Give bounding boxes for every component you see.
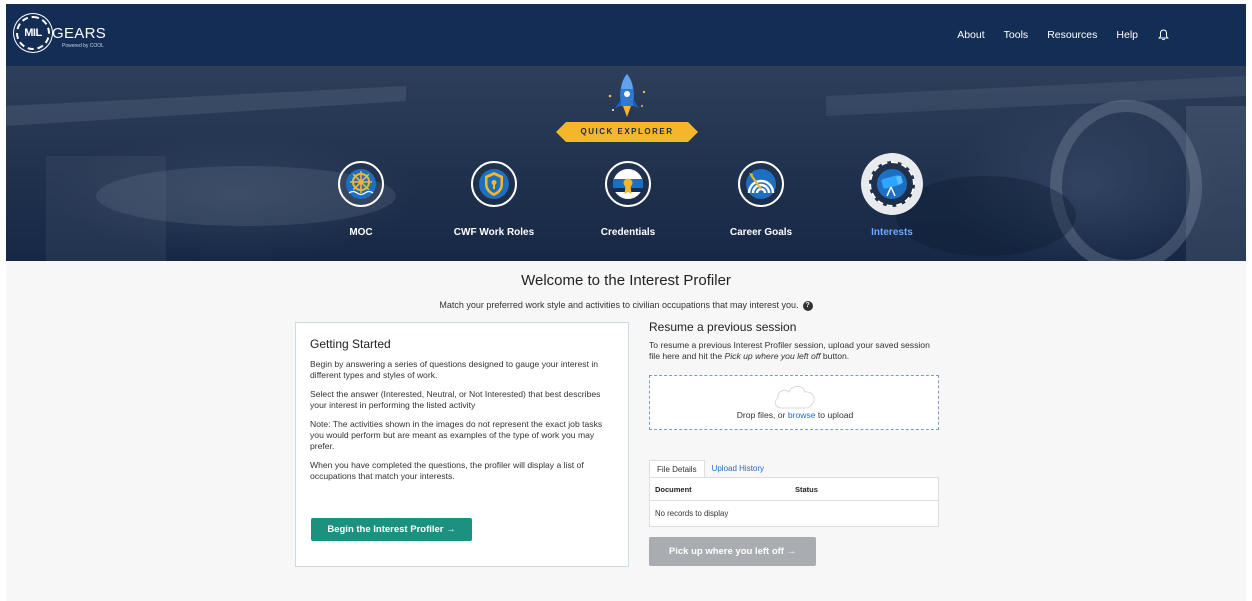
dropzone-text-before: Drop files, or — [736, 410, 788, 420]
milgears-logo[interactable]: MIL GEARS Powered by COOL — [16, 16, 106, 50]
top-nav: MIL GEARS Powered by COOL About Tools Re… — [6, 4, 1246, 66]
nav-about[interactable]: About — [957, 29, 984, 41]
target-icon — [738, 161, 784, 207]
page-frame: MIL GEARS Powered by COOL About Tools Re… — [6, 4, 1246, 601]
quick-explorer-hero: QUICK EXPLORER MOC CWF Work Roles Creden… — [6, 66, 1246, 261]
logo-tagline: Powered by COOL — [62, 43, 104, 49]
nav-resources[interactable]: Resources — [1047, 29, 1097, 41]
category-interests-label: Interests — [871, 227, 913, 238]
column-document[interactable]: Document — [650, 485, 795, 494]
help-circle-icon[interactable]: ? — [802, 300, 813, 311]
certificate-icon — [605, 161, 651, 207]
tab-file-details[interactable]: File Details — [649, 460, 705, 477]
begin-interest-profiler-button[interactable]: Begin the Interest Profiler → — [311, 518, 472, 541]
category-interests[interactable]: Interests — [842, 161, 942, 238]
dropzone-text: Drop files, or browse to upload — [650, 410, 940, 420]
category-moc[interactable]: MOC — [311, 161, 411, 238]
dropzone-text-after: to upload — [815, 410, 854, 420]
resume-text-emphasis: Pick up where you left off — [724, 351, 821, 361]
nav-help[interactable]: Help — [1116, 29, 1138, 41]
category-moc-label: MOC — [349, 227, 373, 238]
pick-up-where-left-off-button[interactable]: Pick up where you left off → — [649, 537, 816, 566]
page-subtitle-text: Match your preferred work style and acti… — [439, 300, 799, 310]
logo-badge: MIL — [16, 16, 50, 50]
quick-explorer-banner: QUICK EXPLORER — [556, 122, 698, 142]
file-table: Document Status No records to display — [649, 477, 939, 527]
resume-session-section: Resume a previous session To resume a pr… — [649, 320, 949, 362]
resume-instructions: To resume a previous Interest Profiler s… — [649, 340, 941, 362]
browse-link[interactable]: browse — [788, 410, 816, 420]
table-header: Document Status — [650, 478, 938, 501]
category-career-goals[interactable]: Career Goals — [711, 161, 811, 238]
category-career-goals-label: Career Goals — [729, 227, 793, 238]
quick-explorer-label: QUICK EXPLORER — [580, 127, 674, 136]
getting-started-panel: Getting Started Begin by answering a ser… — [295, 322, 629, 567]
rocket-icon — [604, 72, 650, 129]
getting-started-paragraph-1: Begin by answering a series of questions… — [310, 359, 599, 380]
resume-title: Resume a previous session — [649, 320, 797, 334]
category-cwf-label: CWF Work Roles — [453, 227, 535, 238]
tab-upload-history[interactable]: Upload History — [705, 460, 771, 477]
nav-links: About Tools Resources Help — [957, 4, 1169, 66]
binoculars-icon — [869, 161, 915, 207]
getting-started-paragraph-3: Note: The activities shown in the images… — [310, 419, 603, 451]
getting-started-title: Getting Started — [310, 337, 391, 351]
shield-icon — [471, 161, 517, 207]
column-status[interactable]: Status — [795, 485, 818, 494]
file-tabs: File Details Upload History — [649, 460, 771, 477]
page-subtitle: Match your preferred work style and acti… — [6, 300, 1246, 311]
logo-wordmark: GEARS — [52, 24, 107, 42]
bell-icon[interactable] — [1157, 29, 1169, 41]
getting-started-paragraph-4: When you have completed the questions, t… — [310, 460, 584, 481]
getting-started-paragraph-2: Select the answer (Interested, Neutral, … — [310, 389, 601, 410]
category-credentials[interactable]: Credentials — [578, 161, 678, 238]
page-title: Welcome to the Interest Profiler — [521, 272, 731, 289]
category-credentials-label: Credentials — [600, 227, 656, 238]
file-dropzone[interactable]: Drop files, or browse to upload — [649, 375, 939, 430]
nav-tools[interactable]: Tools — [1004, 29, 1029, 41]
resume-text-after: button. — [820, 351, 850, 361]
logo-badge-text: MIL — [24, 27, 42, 39]
ship-wheel-icon — [338, 161, 384, 207]
empty-table-message: No records to display — [655, 509, 729, 518]
category-cwf-work-roles[interactable]: CWF Work Roles — [444, 161, 544, 238]
